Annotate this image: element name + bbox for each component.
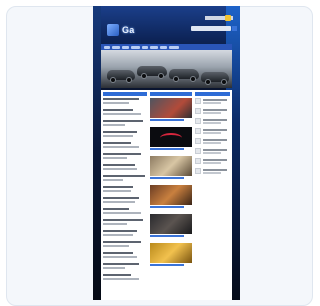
nav-item[interactable] [122, 45, 129, 49]
news-item[interactable] [103, 230, 147, 238]
news-item[interactable] [103, 109, 147, 117]
news-item[interactable] [103, 252, 147, 260]
left-background [93, 6, 101, 300]
media-logo-icon [160, 133, 182, 143]
nav-item[interactable] [104, 45, 110, 49]
wheel-icon [173, 76, 179, 82]
nav-item[interactable] [150, 45, 158, 49]
news-column-header [103, 92, 147, 96]
media-thumbnail[interactable] [150, 156, 192, 179]
site-header: Ga [101, 10, 237, 48]
site-logo[interactable]: Ga [107, 22, 151, 38]
wheel-icon [158, 73, 164, 79]
news-item[interactable] [103, 131, 147, 139]
sidebar-list [195, 98, 230, 178]
search-input[interactable] [191, 26, 231, 31]
wheel-icon [205, 79, 211, 85]
sidebar-item[interactable] [195, 118, 230, 126]
news-item[interactable] [103, 164, 147, 172]
wheel-icon [110, 77, 116, 83]
media-thumbnail[interactable] [150, 127, 192, 150]
nav-item[interactable] [142, 45, 148, 49]
news-item[interactable] [103, 153, 147, 161]
news-item[interactable] [103, 120, 147, 128]
media-thumbnail[interactable] [150, 243, 192, 266]
media-thumbnail[interactable] [150, 98, 192, 121]
news-item[interactable] [103, 241, 147, 249]
sidebar-item[interactable] [195, 168, 230, 176]
wheel-icon [126, 77, 132, 83]
media-thumbnail[interactable] [150, 214, 192, 237]
hero-banner[interactable] [101, 50, 232, 88]
news-item[interactable] [103, 186, 147, 194]
nav-item[interactable] [112, 45, 120, 49]
wheel-icon [141, 73, 147, 79]
news-item[interactable] [103, 208, 147, 216]
nav-item[interactable] [169, 45, 179, 49]
media-thumbnail[interactable] [150, 185, 192, 208]
media-list [150, 98, 192, 266]
nav-item[interactable] [131, 45, 140, 49]
logo-text: Ga [122, 25, 135, 35]
sidebar-item[interactable] [195, 128, 230, 136]
logo-mark-icon [107, 24, 119, 36]
top-highlight-link[interactable] [225, 15, 231, 21]
sidebar-item[interactable] [195, 98, 230, 106]
news-list [103, 98, 147, 285]
news-item[interactable] [103, 263, 147, 271]
sidebar-item[interactable] [195, 138, 230, 146]
news-item[interactable] [103, 219, 147, 227]
main-content [101, 90, 232, 300]
search-icon[interactable] [232, 26, 237, 31]
website-screenshot: Ga [93, 6, 240, 300]
news-item[interactable] [103, 175, 147, 183]
news-item[interactable] [103, 197, 147, 205]
nav-item[interactable] [160, 45, 167, 49]
wheel-icon [221, 79, 227, 85]
news-item[interactable] [103, 142, 147, 150]
news-item[interactable] [103, 274, 147, 282]
sidebar-item[interactable] [195, 158, 230, 166]
media-column-header [150, 92, 192, 96]
sidebar-item[interactable] [195, 108, 230, 116]
wheel-icon [190, 76, 196, 82]
sidebar-column-header [195, 92, 230, 96]
sidebar-item[interactable] [195, 148, 230, 156]
news-item[interactable] [103, 98, 147, 106]
